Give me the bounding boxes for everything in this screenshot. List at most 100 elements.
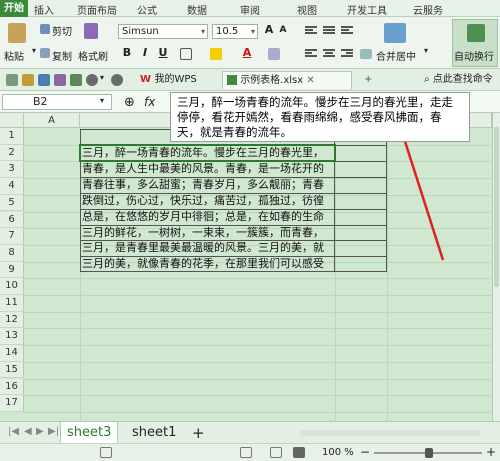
tab-home[interactable]: 开始 (0, 0, 28, 17)
cut-button[interactable]: 剪切 (52, 23, 72, 38)
italic-button[interactable]: I (138, 46, 152, 59)
format-painter-icon[interactable] (84, 23, 98, 39)
font-size-select[interactable]: 10.5 ▾ (212, 24, 258, 39)
row-header[interactable]: 12 (0, 311, 24, 329)
tab-page-layout[interactable]: 页面布局 (77, 2, 117, 17)
view-pagebreak-icon[interactable] (270, 447, 282, 458)
row-header[interactable]: 17 (0, 395, 24, 412)
row-header[interactable]: 4 (0, 178, 24, 195)
scrollbar-thumb[interactable] (494, 127, 499, 287)
row-header[interactable]: 10 (0, 278, 24, 295)
align-center-icon[interactable] (323, 49, 335, 59)
row-header[interactable]: 1 (0, 128, 24, 145)
merge-center-button[interactable]: 合并居中 (376, 48, 416, 63)
sheet-tab-sheet3[interactable]: sheet3 (60, 422, 119, 444)
paste-button[interactable]: 粘贴 (4, 48, 24, 63)
align-left-icon[interactable] (305, 49, 317, 59)
font-name-select[interactable]: Simsun ▾ (118, 24, 208, 39)
cut-icon[interactable] (40, 24, 50, 34)
formula-content[interactable]: 三月，醉一场青春的流年。慢步在三月的春光里，走走停停，看花开嫣然，看春雨绵绵，感… (170, 92, 470, 142)
row-header[interactable]: 5 (0, 194, 24, 212)
row-header[interactable]: 9 (0, 261, 24, 279)
new-tab-button[interactable]: + (360, 71, 376, 89)
new-file-icon[interactable] (6, 74, 18, 86)
zoom-level[interactable]: 100 % (322, 447, 354, 458)
print-icon[interactable] (54, 74, 66, 86)
table-cell[interactable]: 跌倒过，伤心过，快乐过，痛苦过，孤独过，彷徨 (80, 193, 335, 209)
clear-format-icon[interactable] (268, 48, 280, 60)
tab-review[interactable]: 审阅 (240, 2, 260, 17)
underline-button[interactable]: U (156, 46, 170, 59)
align-middle-icon[interactable] (323, 26, 335, 36)
table-cell[interactable]: 三月，是青春里最美最温暖的风景。三月的美，就 (80, 240, 335, 256)
row-header[interactable]: 6 (0, 211, 24, 229)
zoom-in-button[interactable]: + (486, 445, 496, 459)
undo-icon[interactable] (86, 74, 98, 86)
tab-insert[interactable]: 插入 (34, 2, 54, 17)
command-search[interactable]: ⌕ 点此查找命令 (420, 71, 500, 89)
row-header[interactable]: 15 (0, 361, 24, 379)
row-header[interactable]: 7 (0, 228, 24, 245)
vertical-scrollbar[interactable] (492, 113, 500, 421)
select-all-corner[interactable] (0, 113, 24, 128)
name-box-dropdown-icon[interactable]: ▾ (100, 96, 104, 105)
undo-dropdown-icon[interactable]: ▾ (100, 73, 104, 82)
tab-view[interactable]: 视图 (297, 2, 317, 17)
row-header[interactable]: 16 (0, 378, 24, 396)
row-header[interactable]: 13 (0, 328, 24, 346)
next-sheet-icon[interactable]: ▶ (36, 426, 44, 437)
tab-formulas[interactable]: 公式 (137, 2, 157, 17)
name-box[interactable]: B2 (2, 94, 112, 110)
view-layout-icon[interactable] (240, 447, 252, 458)
tab-cloud[interactable]: 云服务 (413, 2, 443, 17)
column-header-a[interactable]: A (24, 113, 80, 128)
table-cell[interactable]: 青春，是人生中最美的风景。青春，是一场花开的 (80, 161, 335, 177)
table-cell[interactable]: 三月的美，就像青春的花季，在那里我们可以感受 (80, 256, 335, 272)
row-header[interactable]: 8 (0, 244, 24, 262)
sheet-tab-sheet1[interactable]: sheet1 (126, 422, 182, 444)
paste-icon[interactable] (8, 23, 26, 43)
row-header[interactable]: 11 (0, 295, 24, 312)
align-top-icon[interactable] (305, 26, 317, 36)
open-folder-icon[interactable] (22, 74, 34, 86)
table-cell[interactable]: 三月，醉一场青春的流年。慢步在三月的春光里， (80, 145, 335, 161)
table-cell[interactable]: 总是，在悠悠的岁月中徘徊；总是，在如春的生命 (80, 209, 335, 225)
zoom-icon[interactable]: ⊕ (124, 95, 135, 110)
paste-dropdown-icon[interactable]: ▾ (32, 46, 36, 55)
copy-icon[interactable] (40, 48, 50, 58)
view-normal-icon[interactable] (100, 447, 112, 458)
wrap-text-button[interactable]: 自动换行 (452, 19, 498, 67)
tab-document[interactable]: 示例表格.xlsx ✕ (222, 71, 352, 89)
tab-data[interactable]: 数据 (187, 2, 207, 17)
row-header[interactable]: 14 (0, 345, 24, 362)
row-header[interactable]: 2 (0, 144, 24, 162)
horizontal-scrollbar[interactable] (300, 430, 480, 436)
copy-button[interactable]: 复制 (52, 48, 72, 63)
print-preview-icon[interactable] (70, 74, 82, 86)
bold-button[interactable]: B (120, 46, 134, 59)
tab-my-wps[interactable]: W 我的WPS (136, 71, 201, 89)
last-sheet-icon[interactable]: ▶| (48, 426, 59, 437)
font-grow-icon[interactable]: A (262, 23, 276, 36)
zoom-slider-thumb[interactable] (425, 448, 433, 458)
first-sheet-icon[interactable]: |◀ (8, 426, 19, 437)
table-cell[interactable]: 青春往事，多么甜蜜；青春岁月，多么靓丽；青春 (80, 177, 335, 193)
zoom-out-button[interactable]: − (360, 445, 370, 459)
border-icon[interactable] (180, 48, 192, 60)
format-painter-button[interactable]: 格式刷 (78, 48, 108, 63)
align-bottom-icon[interactable] (341, 26, 353, 36)
function-button[interactable]: fx (144, 95, 155, 109)
tab-developer[interactable]: 开发工具 (347, 2, 387, 17)
align-right-icon[interactable] (341, 49, 353, 59)
font-color-button[interactable]: A (240, 46, 254, 59)
indent-icon[interactable] (360, 49, 372, 59)
save-icon[interactable] (38, 74, 50, 86)
table-cell[interactable]: 三月的鲜花，一树树，一束束，一簇簇，而青春， (80, 225, 335, 241)
fill-color-icon[interactable] (210, 48, 222, 60)
prev-sheet-icon[interactable]: ◀ (24, 426, 32, 437)
merge-center-icon[interactable] (384, 23, 406, 43)
row-header[interactable]: 3 (0, 161, 24, 179)
view-reading-icon[interactable] (293, 447, 305, 458)
redo-icon[interactable] (111, 74, 123, 86)
font-shrink-icon[interactable]: A (276, 25, 290, 35)
